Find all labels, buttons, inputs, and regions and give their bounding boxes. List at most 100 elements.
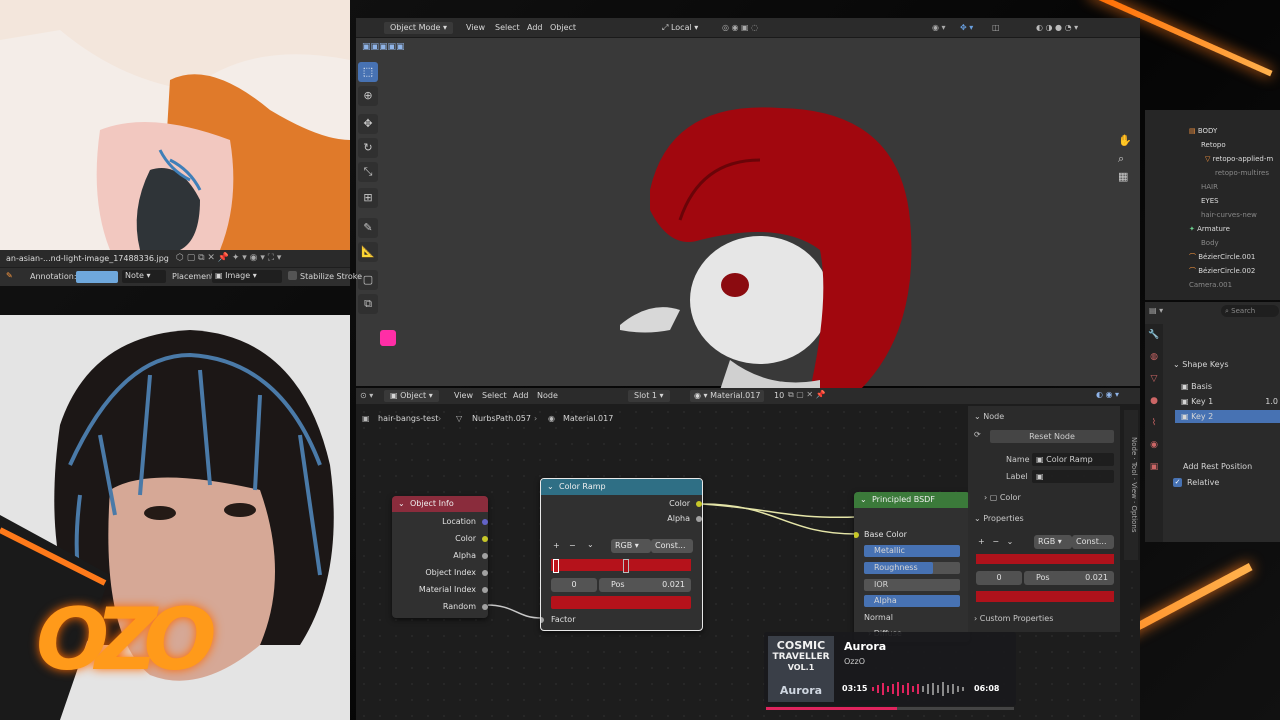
visibility-icon[interactable]: ◉ ▾ — [932, 22, 946, 34]
extrude-tool-icon[interactable]: ⧉ — [358, 294, 378, 314]
progress-track[interactable] — [766, 707, 1014, 710]
material-users-count[interactable]: 10 — [774, 391, 784, 400]
npanel-stop-position[interactable]: Pos 0.021 — [1024, 571, 1114, 585]
outliner-item-hair-curves[interactable]: hair-curves-new — [1145, 208, 1280, 222]
image-actions-icons[interactable]: ⬡ ▢ ⧉ ✕ 📌 ✦ ▾ ◉ ▾ ⛶ ▾ — [176, 253, 281, 263]
shape-key-basis[interactable]: ▣ Basis — [1175, 380, 1280, 393]
outliner-item-retopo[interactable]: Retopo — [1145, 138, 1280, 152]
image-filename[interactable]: an-asian-...nd-light-image_17488336.jpg — [6, 254, 169, 263]
interpolation-dropdown[interactable]: Const... — [651, 539, 693, 553]
properties-search-input[interactable]: ⌕ Search — [1221, 305, 1279, 317]
gizmo-icon[interactable]: ✥ ▾ — [960, 22, 973, 34]
output-socket[interactable] — [482, 519, 488, 525]
bsdf-title[interactable]: ⌄ Principled BSDF — [854, 492, 970, 508]
node-overlay-icons[interactable]: ◐ ◉ ▾ — [1096, 390, 1119, 399]
material-selector[interactable]: ◉ ▾ Material.017 — [690, 390, 765, 402]
relative-checkbox[interactable]: ✓ — [1173, 478, 1182, 487]
stop-position-field[interactable]: Pos 0.021 — [599, 578, 691, 592]
outliner-item-bezier-2[interactable]: ⌒ BézierCircle.002 — [1145, 264, 1280, 278]
menu-add[interactable]: Add — [527, 22, 543, 34]
properties-tabs[interactable]: 🔧 ◍ ▽ ● ⌇ ◉ ▣ — [1145, 324, 1163, 542]
remove-stop-icon[interactable]: − — [569, 541, 576, 550]
object-info-title[interactable]: ⌄ Object Info — [392, 496, 488, 512]
annotation-layer-dropdown[interactable]: Note ▾ — [122, 270, 166, 283]
input-socket[interactable] — [541, 617, 544, 623]
npanel-stop-color[interactable] — [976, 591, 1114, 602]
overlay-icon[interactable]: ◫ — [992, 22, 1000, 34]
stabilize-checkbox[interactable] — [288, 271, 297, 280]
node-name-field[interactable]: ▣ Color Ramp — [1032, 453, 1114, 466]
menu-object[interactable]: Object — [550, 22, 576, 34]
outliner-item-hair[interactable]: HAIR — [1145, 180, 1280, 194]
color-mode-dropdown[interactable]: RGB ▾ — [611, 539, 651, 553]
npanel-ramp-gradient[interactable] — [976, 554, 1114, 564]
reset-node-button[interactable]: Reset Node — [990, 430, 1114, 443]
outliner-item-retopo-applied[interactable]: ▽ retopo-applied-m — [1145, 152, 1280, 166]
bsdf-ior-field[interactable]: IOR — [864, 579, 960, 591]
npanel-interpolation[interactable]: Const... — [1072, 535, 1114, 549]
add-stop-icon[interactable]: + — [553, 541, 560, 550]
active-stop-index[interactable]: 0 — [551, 578, 597, 592]
collapse-chevron-icon[interactable]: ⌄ — [547, 479, 554, 495]
bsdf-roughness-slider[interactable]: Roughness — [864, 562, 960, 574]
npanel-color-mode[interactable]: RGB ▾ — [1034, 535, 1072, 549]
ramp-menu-chevron-icon[interactable]: ⌄ — [587, 540, 594, 549]
outliner-item-eyes[interactable]: EYES — [1145, 194, 1280, 208]
mode-dropdown[interactable]: Object Mode ▾ — [384, 22, 453, 34]
select-tool-icon[interactable]: ⬚ — [358, 62, 378, 82]
output-socket[interactable] — [696, 501, 702, 507]
outliner-item-retopo-multires[interactable]: retopo-multires — [1145, 166, 1280, 180]
node-menu-select[interactable]: Select — [482, 391, 507, 400]
outliner-item-armature[interactable]: ✦ Armature — [1145, 222, 1280, 236]
annotate-tool-icon[interactable]: ✎ — [358, 218, 378, 238]
transform-orientation[interactable]: ⤢ Local ▾ — [662, 22, 698, 34]
output-socket[interactable] — [482, 536, 488, 542]
object-info-node[interactable]: ⌄ Object Info Location Color Alpha Objec… — [392, 496, 488, 618]
node-menu-add[interactable]: Add — [513, 391, 529, 400]
snap-icon[interactable]: ◎ ◉ ▣ ◌ — [722, 22, 758, 34]
bsdf-alpha-slider[interactable]: Alpha — [864, 595, 960, 607]
node-label-field[interactable]: ▣ — [1032, 470, 1114, 483]
outliner-item-body[interactable]: ▤ BODY — [1145, 124, 1280, 138]
input-socket[interactable] — [854, 532, 859, 538]
scale-tool-icon[interactable]: ⤡ — [358, 162, 378, 182]
ramp-stop-1[interactable] — [623, 559, 629, 573]
slot-dropdown[interactable]: Slot 1 ▾ — [628, 390, 670, 402]
output-socket[interactable] — [482, 604, 488, 610]
custom-properties-header[interactable]: › Custom Properties — [974, 614, 1053, 623]
output-socket[interactable] — [696, 516, 702, 522]
bsdf-metallic-slider[interactable]: Metallic — [864, 545, 960, 557]
transform-tool-icon[interactable]: ⊞ — [358, 188, 378, 208]
shading-icons[interactable]: ◐ ◑ ● ◔ ▾ — [1036, 22, 1078, 34]
collapse-chevron-icon[interactable]: ⌄ — [860, 492, 867, 508]
cursor-tool-icon[interactable]: ⊕ — [358, 86, 378, 106]
sidebar-tabs[interactable]: Node · Tool · View · Options — [1124, 410, 1138, 560]
measure-tool-icon[interactable]: 📐 — [358, 242, 378, 262]
outliner-item-body-mesh[interactable]: Body — [1145, 236, 1280, 250]
selection-mode-icons[interactable]: ▣▣▣▣▣ — [362, 42, 405, 52]
material-actions-icons[interactable]: ⧉ ▢ ✕ 📌 — [788, 390, 826, 400]
collapse-chevron-icon[interactable]: ⌄ — [398, 496, 405, 512]
node-menu-view[interactable]: View — [454, 391, 473, 400]
output-socket[interactable] — [482, 570, 488, 576]
menu-view[interactable]: View — [466, 22, 485, 34]
stop-color-swatch[interactable] — [551, 596, 691, 609]
color-ramp-title[interactable]: ⌄ Color Ramp — [541, 479, 702, 495]
navigation-icons[interactable]: ✋ ⌕ ▦ — [1118, 132, 1132, 186]
properties-editor-icon[interactable]: ▤ ▾ — [1149, 306, 1163, 315]
output-socket[interactable] — [482, 587, 488, 593]
outliner-item-camera[interactable]: Camera.001 — [1145, 278, 1280, 292]
color-ramp-gradient[interactable] — [551, 559, 691, 571]
shape-key-1[interactable]: ▣ Key 1 1.0 — [1175, 395, 1280, 408]
outliner-item-bezier-1[interactable]: ⌒ BézierCircle.001 — [1145, 250, 1280, 264]
npanel-ramp-controls[interactable]: + − ⌄ — [978, 537, 1013, 546]
color-ramp-node[interactable]: ⌄ Color Ramp Color Alpha + − ⌄ RGB ▾ Con… — [540, 478, 703, 631]
node-section-header[interactable]: ⌄ Node — [974, 412, 1004, 421]
shape-key-2[interactable]: ▣ Key 2 — [1175, 410, 1280, 423]
principled-bsdf-node[interactable]: ⌄ Principled BSDF Base Color Metallic Ro… — [854, 492, 970, 642]
shape-keys-header[interactable]: ⌄ Shape Keys — [1173, 360, 1229, 369]
npanel-stop-index[interactable]: 0 — [976, 571, 1022, 585]
rotate-tool-icon[interactable]: ↻ — [358, 138, 378, 158]
move-tool-icon[interactable]: ✥ — [358, 114, 378, 134]
output-socket[interactable] — [482, 553, 488, 559]
